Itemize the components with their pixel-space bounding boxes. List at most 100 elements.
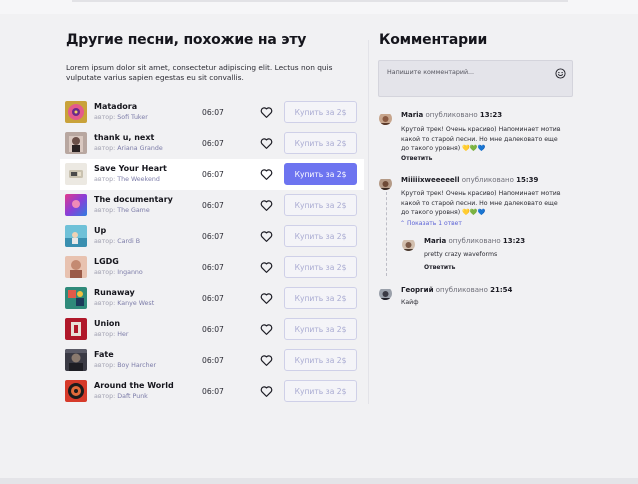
song-title[interactable]: The documentary — [94, 195, 173, 204]
comment-author[interactable]: Miiiiixweeeeell — [401, 176, 459, 184]
comments-section-title: Комментарии — [379, 32, 488, 48]
author-prefix: автор: — [94, 331, 116, 338]
heart-icon[interactable] — [260, 199, 273, 212]
song-duration: 06:07 — [202, 294, 224, 303]
author-link[interactable]: Ariana Grande — [117, 145, 163, 152]
song-title[interactable]: Matadora — [94, 102, 137, 111]
song-author: автор: Sofi Tuker — [94, 114, 148, 121]
comment-meta: опубликовано — [461, 176, 514, 184]
avatar[interactable] — [379, 112, 392, 125]
song-row[interactable]: Up автор: Cardi B 06:07 Купить за 2$ — [60, 221, 364, 252]
song-title[interactable]: Around the World — [94, 381, 174, 390]
comment-meta: опубликовано — [448, 237, 501, 245]
heart-icon[interactable] — [260, 354, 273, 367]
comment-author[interactable]: Георгий — [401, 286, 434, 294]
heart-icon[interactable] — [260, 385, 273, 398]
comment-input[interactable]: Напишите комментарий... — [378, 60, 573, 97]
song-author: автор: Daft Punk — [94, 393, 148, 400]
comment-header: Maria опубликовано 13:23 — [424, 237, 525, 245]
author-link[interactable]: Cardi B — [117, 238, 140, 245]
avatar[interactable] — [379, 177, 392, 190]
emoji-icon[interactable] — [555, 68, 566, 79]
song-duration: 06:07 — [202, 263, 224, 272]
buy-button[interactable]: Купить за 2$ — [284, 132, 357, 154]
comment-author[interactable]: Maria — [401, 111, 423, 119]
author-link[interactable]: Inganno — [117, 269, 143, 276]
song-author: автор: The Weekend — [94, 176, 160, 183]
heart-icon[interactable] — [260, 137, 273, 150]
song-title[interactable]: LGDG — [94, 257, 119, 266]
song-row[interactable]: LGDG автор: Inganno 06:07 Купить за 2$ — [60, 252, 364, 283]
songs-section-title: Другие песни, похожие на эту — [66, 32, 307, 48]
song-row[interactable]: thank u, next автор: Ariana Grande 06:07… — [60, 128, 364, 159]
buy-button[interactable]: Купить за 2$ — [284, 287, 357, 309]
song-duration: 06:07 — [202, 170, 224, 179]
song-row[interactable]: Matadora автор: Sofi Tuker 06:07 Купить … — [60, 97, 364, 128]
song-row[interactable]: Runaway автор: Kanye West 06:07 Купить з… — [60, 283, 364, 314]
heart-icon[interactable] — [260, 106, 273, 119]
thread-line — [386, 192, 387, 276]
album-cover — [65, 287, 87, 309]
author-link[interactable]: The Weekend — [117, 176, 160, 183]
song-row-active[interactable]: Save Your Heart автор: The Weekend 06:07… — [60, 159, 364, 190]
author-link[interactable]: Kanye West — [117, 300, 154, 307]
comment-header: Miiiiixweeeeell опубликовано 15:39 — [401, 176, 538, 184]
buy-button[interactable]: Купить за 2$ — [284, 101, 357, 123]
buy-button[interactable]: Купить за 2$ — [284, 349, 357, 371]
buy-button[interactable]: Купить за 2$ — [284, 380, 357, 402]
heart-icon[interactable] — [260, 292, 273, 305]
song-row[interactable]: Around the World автор: Daft Punk 06:07 … — [60, 376, 364, 407]
buy-button[interactable]: Купить за 2$ — [284, 225, 357, 247]
author-link[interactable]: Her — [117, 331, 128, 338]
album-cover — [65, 318, 87, 340]
heart-icon[interactable] — [260, 168, 273, 181]
author-prefix: автор: — [94, 207, 116, 214]
song-title[interactable]: Fate — [94, 350, 114, 359]
song-title[interactable]: thank u, next — [94, 133, 154, 142]
buy-button[interactable]: Купить за 2$ — [284, 163, 357, 185]
buy-button[interactable]: Купить за 2$ — [284, 256, 357, 278]
song-duration: 06:07 — [202, 201, 224, 210]
song-title[interactable]: Save Your Heart — [94, 164, 167, 173]
author-prefix: автор: — [94, 300, 116, 307]
song-duration: 06:07 — [202, 139, 224, 148]
avatar[interactable] — [379, 287, 392, 300]
album-cover — [65, 132, 87, 154]
comment-author[interactable]: Maria — [424, 237, 446, 245]
songs-section-description: Lorem ipsum dolor sit amet, consectetur … — [66, 63, 333, 83]
song-title[interactable]: Union — [94, 319, 120, 328]
song-author: автор: Boy Harcher — [94, 362, 156, 369]
song-duration: 06:07 — [202, 108, 224, 117]
comment-header: Георгий опубликовано 21:54 — [401, 286, 512, 294]
song-row[interactable]: Fate автор: Boy Harcher 06:07 Купить за … — [60, 345, 364, 376]
buy-button[interactable]: Купить за 2$ — [284, 318, 357, 340]
heart-icon[interactable] — [260, 230, 273, 243]
author-prefix: автор: — [94, 145, 116, 152]
show-replies-toggle[interactable]: ⌃ Показать 1 ответ — [400, 220, 462, 227]
song-row[interactable]: The documentary автор: The Game 06:07 Ку… — [60, 190, 364, 221]
avatar[interactable] — [402, 238, 415, 251]
album-cover — [65, 256, 87, 278]
reply-button[interactable]: Ответить — [401, 155, 432, 162]
heart-icon[interactable] — [260, 261, 273, 274]
author-prefix: автор: — [94, 176, 116, 183]
author-link[interactable]: Daft Punk — [117, 393, 148, 400]
chevron-up-icon: ⌃ — [400, 220, 406, 227]
author-prefix: автор: — [94, 114, 116, 121]
top-bar — [0, 0, 638, 14]
song-duration: 06:07 — [202, 356, 224, 365]
song-title[interactable]: Runaway — [94, 288, 135, 297]
comment-text: pretty crazy waveforms — [424, 251, 498, 258]
buy-button[interactable]: Купить за 2$ — [284, 194, 357, 216]
song-title[interactable]: Up — [94, 226, 106, 235]
comment-meta: опубликовано — [425, 111, 478, 119]
reply-button[interactable]: Ответить — [424, 264, 455, 271]
author-link[interactable]: The Game — [117, 207, 149, 214]
author-prefix: автор: — [94, 269, 116, 276]
album-cover — [65, 163, 87, 185]
song-duration: 06:07 — [202, 325, 224, 334]
author-link[interactable]: Sofi Tuker — [117, 114, 148, 121]
song-row[interactable]: Union автор: Her 06:07 Купить за 2$ — [60, 314, 364, 345]
author-link[interactable]: Boy Harcher — [117, 362, 156, 369]
heart-icon[interactable] — [260, 323, 273, 336]
